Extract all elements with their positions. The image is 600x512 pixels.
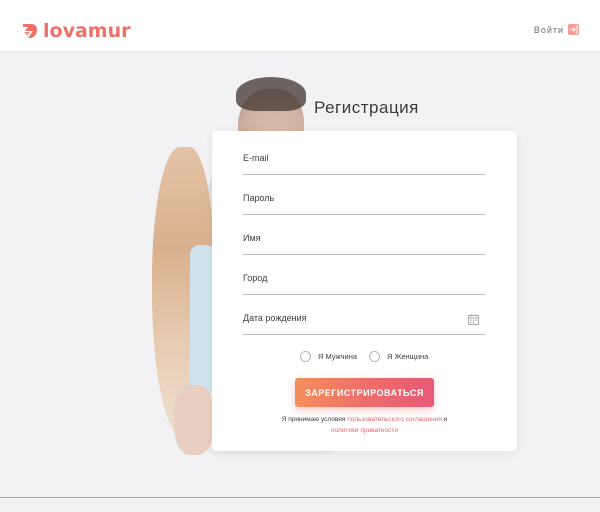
email-field[interactable]: E-mail [243,151,485,175]
email-label: E-mail [243,153,269,163]
gender-female-option[interactable]: Я Женщина [369,349,428,363]
brand-name: lovamur [43,20,131,42]
terms-link[interactable]: пользовательского соглашения [347,416,442,423]
login-button[interactable]: Войти [534,24,579,35]
register-button[interactable]: ЗАРЕГИСТРИРОВАТЬСЯ [295,378,434,407]
login-label: Войти [533,24,564,35]
registration-form: E-mail Пароль Имя Город Дата рождения Я … [212,131,517,451]
privacy-link[interactable]: политики приватности [331,427,398,434]
birthdate-label: Дата рождения [243,313,307,323]
brand-logo[interactable]: lovamur [22,20,130,42]
photo-man-hair [236,77,306,111]
gender-male-radio[interactable] [300,350,311,362]
site-header: lovamur Войти [0,0,600,52]
agreement-text: Я принимаю условия пользовательского сог… [232,414,497,436]
city-label: Город [243,273,268,283]
gender-male-label: Я Мужчина [318,351,358,361]
agreement-conjunction: и [441,416,448,423]
password-field[interactable]: Пароль [243,191,485,215]
calendar-icon[interactable] [468,314,479,325]
birthdate-field[interactable]: Дата рождения [243,311,485,335]
photo-woman-arm [174,385,214,455]
gender-female-label: Я Женщина [387,351,429,361]
footer-divider [0,497,600,498]
gender-female-radio[interactable] [369,350,380,362]
name-label: Имя [243,233,261,243]
city-field[interactable]: Город [243,271,485,295]
lovamur-logo-mark-icon [23,24,37,38]
name-field[interactable]: Имя [243,231,485,255]
gender-male-option[interactable]: Я Мужчина [300,349,357,363]
password-label: Пароль [243,193,275,203]
page-title: Регистрация [314,98,419,117]
login-arrow-icon [568,24,579,35]
agreement-prefix: Я принимаю условия [281,416,348,423]
